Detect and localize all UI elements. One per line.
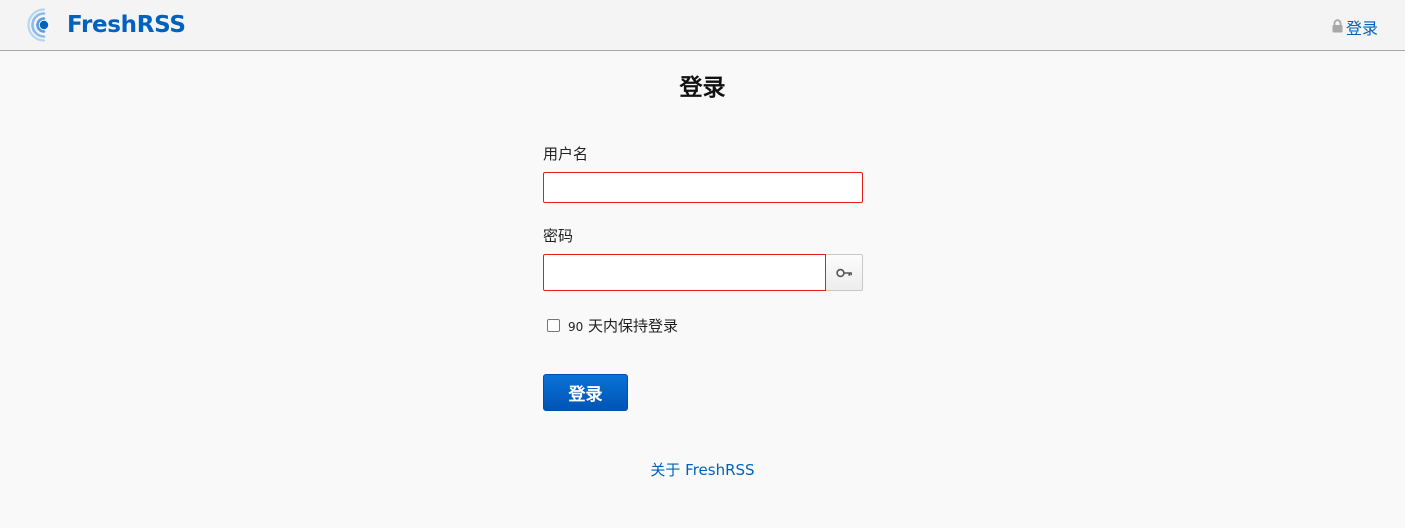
remember-text: 天内保持登录: [583, 317, 679, 335]
logo-text: FreshRSS: [67, 12, 186, 38]
header-login-label: 登录: [1345, 19, 1378, 38]
key-icon: [835, 263, 853, 282]
password-row: [543, 254, 863, 291]
username-label: 用户名: [543, 145, 589, 163]
about-freshrss-link[interactable]: 关于 FreshRSS: [0, 459, 1405, 480]
lock-icon: [1331, 18, 1344, 37]
password-label: 密码: [543, 227, 574, 245]
remember-me-label[interactable]: 90 天内保持登录: [568, 315, 678, 336]
remember-days: 90: [568, 320, 584, 334]
header-login-link[interactable]: 登录: [1331, 15, 1378, 39]
rss-signal-icon: [27, 8, 61, 42]
remember-me-row: 90 天内保持登录: [547, 315, 678, 336]
username-input[interactable]: [543, 172, 863, 203]
page-title: 登录: [679, 75, 726, 101]
password-input[interactable]: [543, 254, 826, 291]
remember-me-checkbox[interactable]: [547, 319, 560, 332]
freshrss-logo[interactable]: FreshRSS: [27, 8, 186, 42]
reveal-password-button[interactable]: [826, 254, 863, 291]
login-submit-button[interactable]: 登录: [543, 374, 628, 411]
header-bar: FreshRSS 登录: [0, 0, 1405, 51]
